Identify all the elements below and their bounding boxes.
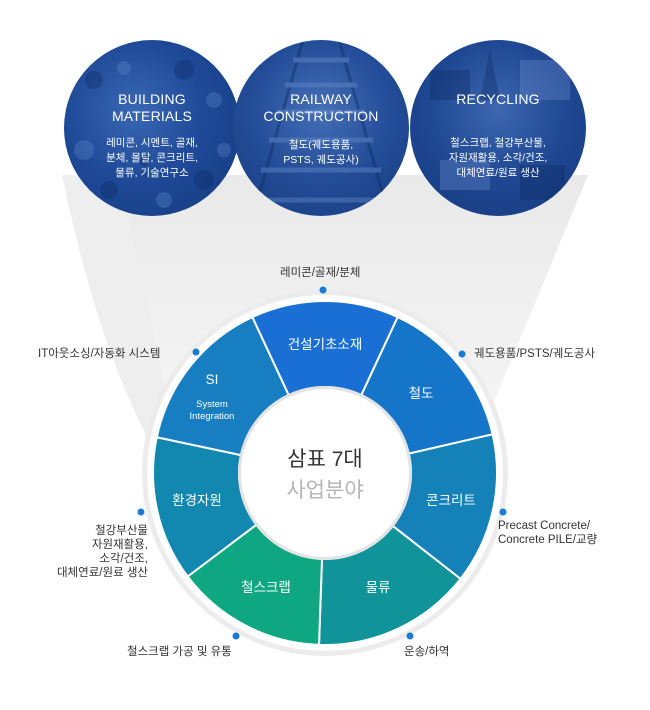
railway-desc-line2: PSTS, 궤도공사)	[283, 154, 359, 166]
railway-construction-circle: RAILWAY CONSTRUCTION 철도(궤도용품, PSTS, 궤도공사…	[233, 40, 409, 216]
railway-texture	[251, 40, 391, 216]
label-railway-detail: 궤도용품/PSTS/궤도공사	[474, 348, 596, 360]
dot-upper-left	[192, 348, 200, 356]
label-environment-line4: 대체연료/원료 생산	[56, 567, 148, 579]
building-materials-desc: 레미콘, 시멘트, 골재, 분체, 몰탈, 콘크리트, 물류, 기술연구소	[78, 136, 226, 181]
center-disc	[241, 389, 409, 557]
building-materials-title-line1: BUILDING	[118, 91, 186, 107]
recycling-title-line1: RECYCLING	[456, 91, 540, 107]
business-diagram: 삼표 7대 사업분야 건설기초소재 철도 콘크리트 물류 철스크랩 환경자원 S…	[0, 0, 650, 710]
building-materials-desc-line1: 레미콘, 시멘트, 골재,	[106, 137, 198, 149]
segment-label-si-sub1: System	[196, 399, 228, 410]
dot-bottom-right	[406, 632, 414, 640]
label-environment-detail: 철강부산물 자원재활용, 소각/건조, 대체연료/원료 생산	[44, 524, 148, 580]
railway-title-line1: RAILWAY	[290, 91, 352, 107]
building-materials-desc-line2: 분체, 몰탈, 콘크리트,	[106, 152, 198, 164]
label-environment-line1: 철강부산물	[95, 525, 148, 537]
label-scrap-detail: 철스크랩 가공 및 유통	[127, 646, 232, 658]
railway-desc: 철도(궤도용품, PSTS, 궤도공사)	[247, 138, 395, 168]
label-si-detail: IT아웃소싱/자동화 시스템	[38, 348, 161, 360]
recycling-title: RECYCLING	[410, 91, 586, 108]
segment-label-construction: 건설기초소재	[288, 337, 363, 352]
building-materials-circle: BUILDING MATERIALS 레미콘, 시멘트, 골재, 분체, 몰탈,…	[64, 40, 240, 216]
dot-bottom-left	[232, 632, 240, 640]
building-materials-title: BUILDING MATERIALS	[64, 91, 240, 125]
railway-desc-line1: 철도(궤도용품,	[288, 139, 354, 151]
recycling-desc-line2: 자원재활용, 소각/건조,	[448, 152, 548, 164]
label-concrete-line2: Concrete PILE/교량	[498, 534, 598, 546]
recycling-desc-line1: 철스크랩, 철강부산물,	[450, 137, 546, 149]
building-materials-title-line2: MATERIALS	[111, 108, 193, 124]
dot-upper-right	[458, 350, 466, 358]
label-environment-line2: 자원재활용,	[91, 539, 148, 551]
segment-label-environment: 환경자원	[172, 493, 222, 508]
segment-label-scrap: 철스크랩	[241, 580, 291, 595]
segment-label-si-sub2: Integration	[190, 411, 235, 422]
segment-label-railway: 철도	[409, 386, 434, 401]
label-environment-line3: 소각/건조,	[99, 553, 148, 565]
recycling-desc-line3: 대체연료/원료 생산	[456, 167, 540, 179]
segment-label-logistics: 물류	[366, 580, 391, 595]
label-construction-detail: 레미콘/골재/분체	[280, 267, 361, 279]
label-concrete-line1: Precast Concrete/	[498, 520, 591, 532]
dot-right	[499, 508, 507, 516]
center-title: 삼표 7대	[287, 448, 362, 471]
label-logistics-detail: 운송/하역	[404, 646, 450, 658]
recycling-desc: 철스크랩, 철강부산물, 자원재활용, 소각/건조, 대체연료/원료 생산	[424, 136, 572, 181]
recycling-texture	[430, 50, 570, 200]
dot-left	[137, 508, 145, 516]
gravel-texture	[74, 60, 231, 208]
railway-title-line2: CONSTRUCTION	[263, 108, 379, 124]
railway-title: RAILWAY CONSTRUCTION	[233, 91, 409, 125]
recycling-circle: RECYCLING 철스크랩, 철강부산물, 자원재활용, 소각/건조, 대체연…	[410, 40, 586, 216]
building-materials-desc-line3: 물류, 기술연구소	[115, 167, 189, 179]
segment-label-concrete: 콘크리트	[426, 493, 476, 508]
center-subtitle: 사업분야	[286, 479, 363, 502]
dot-top	[319, 286, 327, 294]
segment-label-si: SI	[206, 372, 219, 387]
label-concrete-detail: Precast Concrete/ Concrete PILE/교량	[498, 519, 597, 547]
